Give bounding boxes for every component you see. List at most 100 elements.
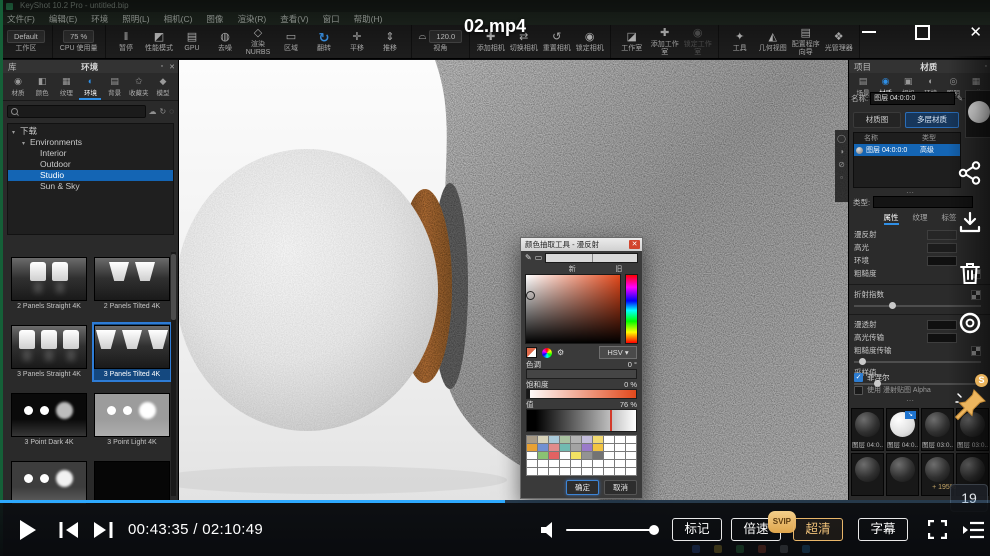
eyedropper-icon[interactable]: ✎ [525, 253, 532, 263]
toolbar-item[interactable]: ✛ 平移 [341, 31, 374, 53]
next-button[interactable] [92, 503, 114, 556]
toolbar-item[interactable]: ‖ 暂停 [110, 31, 143, 53]
cpu-usage-value[interactable]: 75 % [63, 30, 95, 44]
color-swatch[interactable] [626, 452, 636, 459]
player-button-标记[interactable]: 标记 [672, 518, 722, 541]
color-swatch[interactable] [604, 468, 614, 475]
minimize-button[interactable] [862, 31, 876, 33]
library-tab-环境[interactable]: ◐ 环境 [79, 74, 102, 100]
color-swatch[interactable] [549, 452, 559, 459]
tree-item[interactable]: ▾ Environments [8, 137, 173, 148]
color-swatch[interactable] [549, 444, 559, 451]
value-slider[interactable] [526, 409, 637, 432]
environment-thumbnail[interactable]: 2 Panels Straight 4K [11, 256, 87, 312]
environment-thumbnail[interactable]: All Black 4K [94, 460, 170, 504]
menu-item[interactable]: 编辑(E) [42, 13, 84, 25]
toolbar-item[interactable]: ▤ 配置程序向导 [789, 27, 822, 56]
color-swatch[interactable] [549, 468, 559, 475]
color-swatch[interactable] [571, 436, 581, 443]
color-swatch[interactable] [615, 436, 625, 443]
tree-item[interactable]: Outdoor [8, 159, 173, 170]
toolbar-item[interactable]: ◉ 锁定相机 [573, 31, 606, 53]
volume-handle[interactable] [649, 525, 659, 535]
color-swatch[interactable] [604, 460, 614, 467]
hue-value[interactable]: 0 ° [628, 360, 637, 369]
player-button-倍速[interactable]: 倍速 SVIP [731, 511, 796, 541]
tree-item[interactable]: Studio [8, 170, 173, 181]
material-thumbnail[interactable] [851, 453, 884, 496]
toolbar-item[interactable]: ❖ 光管理器 [822, 31, 855, 53]
workspace-value[interactable]: Default [7, 30, 45, 44]
color-swatch[interactable] [604, 436, 614, 443]
material-name-input[interactable]: 图层 04:0:0:0 [870, 92, 955, 105]
pick-material-icon[interactable]: ✎ [957, 94, 963, 103]
close-panel-icon[interactable]: ✕ [166, 63, 178, 71]
library-tab-模型[interactable]: ◆ 模型 [152, 74, 174, 100]
duplicate-material-icon[interactable]: ◑ [839, 147, 844, 156]
tree-item[interactable]: Sun & Sky [8, 181, 173, 192]
toolbar-item[interactable]: ↻ 翻转 [308, 31, 341, 53]
project-undock-icon[interactable]: ▫ [982, 63, 990, 70]
color-mode-dropdown[interactable]: HSV ▾ [599, 346, 637, 359]
color-swatch[interactable] [582, 468, 592, 475]
color-swatch[interactable] [560, 436, 570, 443]
texture-map-icon[interactable] [971, 345, 981, 356]
toolbar-item[interactable]: ✦ 工具 [723, 31, 756, 53]
color-swatch[interactable] [538, 452, 548, 459]
maximize-button[interactable] [915, 24, 931, 40]
material-thumbnail[interactable]: 图层 03:0... [921, 408, 954, 451]
property-tab-纹理[interactable]: 纹理 [913, 212, 928, 225]
environment-thumbnail[interactable]: 3 Panels Tilted 4K [92, 322, 172, 382]
color-swatch[interactable] [615, 452, 625, 459]
menu-item[interactable]: 环境 [84, 13, 115, 25]
menu-item[interactable]: 照明(L) [115, 13, 156, 25]
cpu-usage-selector[interactable]: 75 % CPU 使用量 [57, 30, 101, 53]
menu-item[interactable]: 相机(C) [157, 13, 200, 25]
value-value[interactable]: 76 % [620, 400, 637, 409]
color-swatch[interactable] [560, 444, 570, 451]
toolbar-item[interactable]: ▤ GPU [176, 31, 209, 53]
color-swatch[interactable] [571, 444, 581, 451]
previous-button[interactable] [58, 503, 80, 556]
color-swatch[interactable] [582, 444, 592, 451]
color-swatch[interactable] [571, 460, 581, 467]
material-thumbnail[interactable]: ↘ 图层 04:0... [886, 408, 919, 451]
color-swatch[interactable] [549, 460, 559, 467]
property-slider-handle[interactable] [858, 358, 866, 365]
color-swatch[interactable] [560, 468, 570, 475]
toolbar-item[interactable]: ◍ 去噪 [209, 31, 242, 53]
hue-slider[interactable] [526, 369, 637, 379]
filter-icon[interactable]: ◌ [169, 107, 174, 116]
color-swatch[interactable] [527, 452, 537, 459]
render-viewport[interactable] [151, 60, 848, 500]
library-tab-纹理[interactable]: ▦ 纹理 [55, 74, 77, 100]
gear-icon[interactable]: ⚙ [557, 348, 564, 358]
color-swatch[interactable] [571, 468, 581, 475]
color-swatch[interactable] [593, 468, 603, 475]
color-swatch[interactable] [626, 460, 636, 467]
saturation-value[interactable]: 0 % [624, 380, 637, 389]
property-tab-属性[interactable]: 属性 [883, 212, 899, 225]
color-swatch[interactable] [593, 444, 603, 451]
multi-material-button[interactable]: 多层材质 [905, 112, 959, 128]
tree-item[interactable]: ▾ 下载 [8, 126, 173, 137]
toolbar-item[interactable]: ◉ 锁定工作室 [681, 27, 714, 56]
color-swatch[interactable] [560, 460, 570, 467]
color-swatch[interactable] [538, 436, 548, 443]
screen-pick-icon[interactable]: ▭ [535, 253, 543, 263]
menu-item[interactable]: 图像 [199, 13, 230, 25]
remove-material-icon[interactable]: ⊘ [838, 160, 845, 169]
refresh-icon[interactable]: ↻ [160, 107, 167, 116]
hue-strip[interactable] [625, 274, 638, 344]
svip-pin-widget[interactable]: S [952, 374, 990, 432]
color-swatch[interactable] [549, 436, 559, 443]
search-input[interactable] [7, 105, 146, 118]
color-swatch[interactable] [538, 444, 548, 451]
color-swatch[interactable] [527, 436, 537, 443]
swatch-mode-icon[interactable] [526, 347, 537, 358]
color-swatch[interactable] [571, 452, 581, 459]
color-swatch[interactable] [604, 452, 614, 459]
color-swatch[interactable] [527, 468, 537, 475]
environment-thumbnail[interactable]: 3 Panels Straight 4K [11, 324, 87, 380]
close-button[interactable]: ✕ [969, 25, 982, 40]
